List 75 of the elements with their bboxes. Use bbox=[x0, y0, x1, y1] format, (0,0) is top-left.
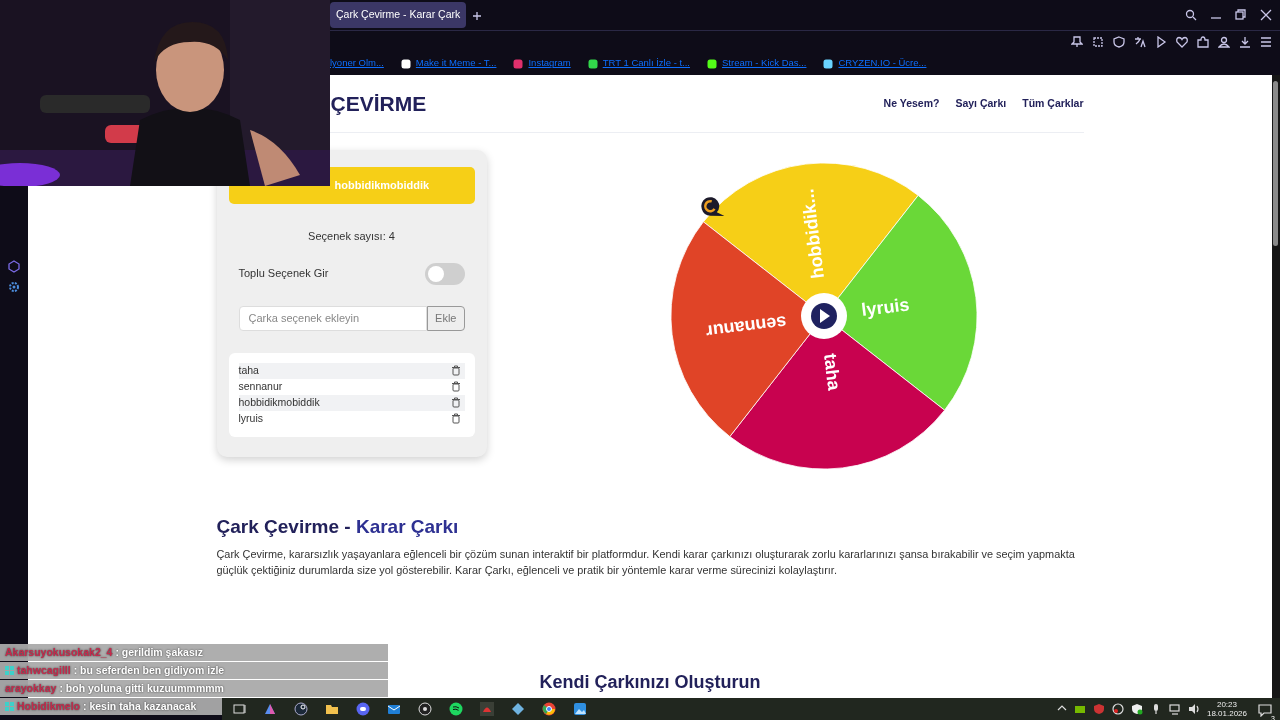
pointer-icon bbox=[700, 197, 724, 216]
chat-bubble-icon[interactable] bbox=[356, 702, 370, 716]
pin-icon[interactable] bbox=[1071, 35, 1083, 48]
network-icon[interactable] bbox=[1168, 703, 1181, 715]
restore-icon[interactable] bbox=[1235, 9, 1247, 21]
chat-message: : kesin taha kazanacak bbox=[83, 698, 197, 714]
hexagon-icon[interactable] bbox=[8, 260, 20, 273]
option-text: sennanur bbox=[238, 378, 283, 394]
heart-icon[interactable] bbox=[1176, 35, 1188, 48]
crop-icon[interactable] bbox=[1092, 35, 1104, 48]
translate-icon[interactable] bbox=[1134, 35, 1146, 48]
site-logo[interactable]: ÇEVİRME bbox=[330, 87, 427, 120]
task-view-icon[interactable] bbox=[232, 702, 246, 716]
heading-accent: Karar Çarkı bbox=[355, 516, 459, 537]
chat-message: : boh yoluna gitti kuzuummmmm bbox=[59, 680, 224, 696]
image-icon[interactable] bbox=[573, 702, 587, 716]
chat-username: arayokkay bbox=[5, 680, 57, 696]
shield-icon[interactable] bbox=[1113, 35, 1125, 48]
menu-icon[interactable] bbox=[1260, 35, 1272, 48]
profile-icon[interactable] bbox=[1218, 35, 1230, 48]
speaker-icon[interactable] bbox=[1187, 703, 1200, 715]
browser-icon[interactable] bbox=[542, 702, 556, 716]
option-text: lyruis bbox=[238, 410, 263, 426]
clock-date: 18.01.2026 bbox=[1206, 709, 1247, 718]
article-text: Çark Çevirme, kararsızlık yaşayanlara eğlenceli bir çözüm sunan interaktif bir platformdur. Kendi karar çarkınızı oluşturarak zorlu kararlarınızı şansa bırakabilir ve seçim yapmakta güçlük çektiğiniz durumlarda size yol gösterebilir. Karar Çarkı, eğlenceli ve pratik bir yöntemle karar verme sürecinizi kolaylaştırır. bbox=[216, 546, 1076, 578]
bookmark[interactable]: TRT 1 Canlı İzle - t... bbox=[587, 56, 690, 71]
option-count: Seçenek sayısı: 4 bbox=[307, 229, 396, 244]
mail-icon[interactable] bbox=[387, 702, 401, 716]
nav-link[interactable]: Ne Yesem? bbox=[883, 95, 940, 112]
diamond-icon[interactable] bbox=[511, 702, 525, 716]
option-input[interactable]: Çarka seçenek ekleyin bbox=[238, 305, 428, 331]
music-icon[interactable] bbox=[449, 702, 463, 716]
option-text: hobbidikmobiddik bbox=[238, 394, 320, 410]
search-icon[interactable] bbox=[1185, 9, 1197, 21]
add-button[interactable]: Ekle bbox=[427, 305, 465, 331]
chat-username: Hobidikmelo bbox=[17, 698, 80, 714]
wheel-label: lyruis bbox=[859, 294, 910, 321]
notification-icon[interactable] bbox=[1258, 702, 1272, 717]
spin-button[interactable] bbox=[800, 293, 847, 339]
chat-message: : bu seferden ben gidiyom izle bbox=[73, 662, 225, 678]
shield-icon[interactable] bbox=[1130, 703, 1143, 715]
toggle-label: Toplu Seçenek Gir bbox=[238, 266, 329, 282]
wheel-label: taha bbox=[819, 352, 844, 392]
nav-link[interactable]: Sayı Çarkı bbox=[955, 95, 1007, 112]
bookmark[interactable]: lyoner Olm... bbox=[330, 56, 384, 71]
trash-icon[interactable] bbox=[450, 365, 461, 376]
play-icon[interactable] bbox=[1155, 35, 1167, 48]
chat-message: : gerildim şakasız bbox=[115, 644, 203, 660]
aperture-icon[interactable] bbox=[1111, 703, 1124, 715]
bookmark[interactable]: Stream - Kick Das... bbox=[707, 56, 807, 71]
puzzle-icon[interactable] bbox=[1197, 35, 1209, 48]
scrollbar-thumb[interactable] bbox=[1273, 81, 1278, 246]
download-icon[interactable] bbox=[1239, 35, 1251, 48]
bookmark[interactable]: CRYZEN.IO - Ücre... bbox=[823, 56, 927, 71]
aperture-icon[interactable] bbox=[418, 702, 432, 716]
trash-icon[interactable] bbox=[450, 381, 461, 392]
option-text: taha bbox=[238, 362, 259, 378]
wheel-label: sennanur bbox=[704, 311, 788, 342]
bookmark[interactable]: Instagram bbox=[513, 56, 571, 71]
chat-username: Akarsuyokusokak2_4 bbox=[5, 644, 113, 660]
settings-icon[interactable] bbox=[8, 281, 20, 293]
colorful-logo-icon[interactable] bbox=[263, 702, 277, 716]
browser-tab[interactable]: Çark Çevirme - Karar Çark bbox=[330, 2, 467, 28]
trash-icon[interactable] bbox=[450, 413, 461, 424]
trash-icon[interactable] bbox=[450, 397, 461, 408]
folder-icon[interactable] bbox=[325, 702, 339, 716]
plus-icon[interactable] bbox=[472, 10, 483, 21]
clock-time: 20:23 bbox=[1215, 700, 1238, 709]
chat-username: tahwcagilll bbox=[17, 662, 71, 678]
bookmark[interactable]: Make it Meme - T... bbox=[400, 56, 497, 71]
bulk-toggle[interactable] bbox=[424, 262, 465, 285]
wheel-label: hobbidik... bbox=[796, 187, 828, 280]
nav-link[interactable]: Tüm Çarklar bbox=[1022, 95, 1084, 112]
heading-text: Çark Çevirme - bbox=[216, 516, 352, 537]
close-icon[interactable] bbox=[1260, 9, 1272, 21]
